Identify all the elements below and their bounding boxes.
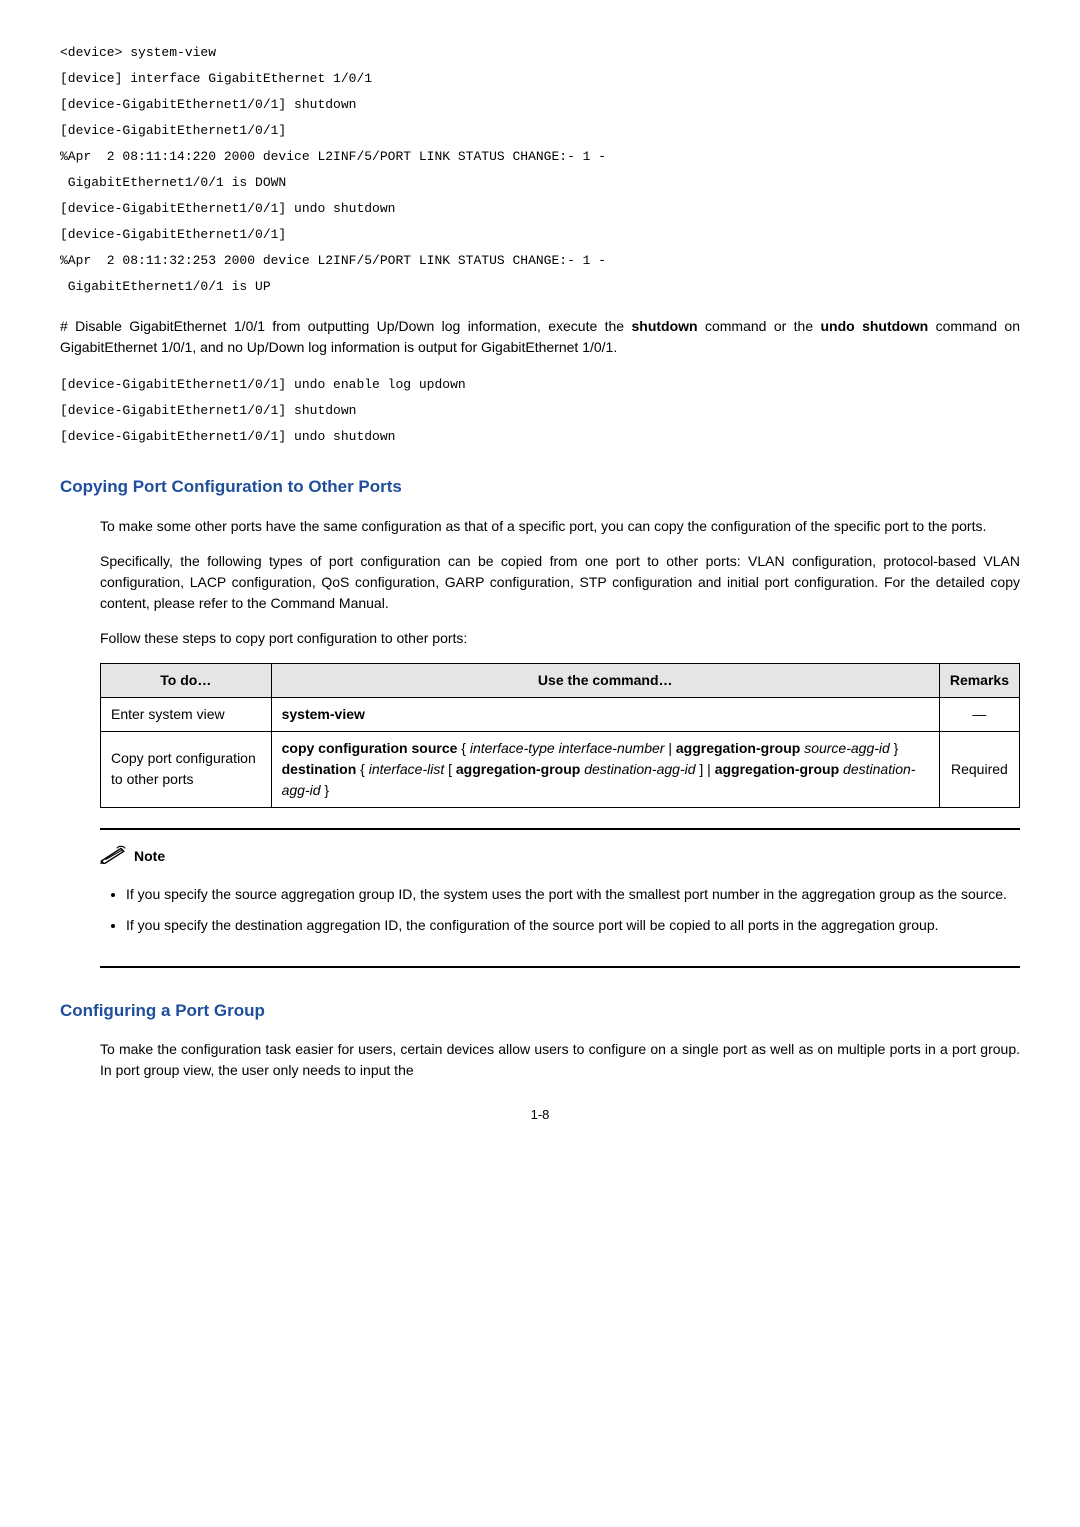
table-cell-todo: Copy port configuration to other ports (101, 731, 272, 807)
note-label: Note (134, 846, 165, 867)
note-bullet-1: If you specify the source aggregation gr… (126, 884, 1020, 905)
cmd-param: interface-type interface-number (470, 740, 665, 756)
cmd-keyword: aggregation-group (676, 740, 800, 756)
cmd-punct: { (457, 740, 469, 756)
cmd-punct: } (321, 782, 330, 798)
table-cell-remarks: — (939, 697, 1019, 731)
cmd-punct: | (664, 740, 675, 756)
paragraph-port-group: To make the configuration task easier fo… (100, 1039, 1020, 1081)
table-cell-todo: Enter system view (101, 697, 272, 731)
note-icon (100, 844, 128, 870)
cmd-keyword: aggregation-group (715, 761, 839, 777)
note-bullet-2: If you specify the destination aggregati… (126, 915, 1020, 936)
text-fragment: command or the (698, 318, 821, 334)
note-header: Note (100, 844, 1020, 870)
code-block-1: <device> system-view [device] interface … (60, 40, 1020, 300)
cmd-punct: { (356, 761, 368, 777)
paragraph-copy-intro: To make some other ports have the same c… (100, 516, 1020, 537)
cmd-param: source-agg-id (804, 740, 890, 756)
cmd-keyword: destination (282, 761, 357, 777)
paragraph-disable-info: # Disable GigabitEthernet 1/0/1 from out… (60, 316, 1020, 358)
table-header-todo: To do… (101, 663, 272, 697)
cmd-param: destination-agg-id (584, 761, 695, 777)
config-table: To do… Use the command… Remarks Enter sy… (100, 663, 1020, 808)
note-box: Note If you specify the source aggregati… (100, 828, 1020, 968)
cmd-punct: } (890, 740, 899, 756)
paragraph-copy-types: Specifically, the following types of por… (100, 551, 1020, 614)
heading-copying-port-config: Copying Port Configuration to Other Port… (60, 474, 1020, 500)
table-cell-command: copy configuration source { interface-ty… (271, 731, 939, 807)
page-number: 1-8 (60, 1105, 1020, 1125)
cmd-param: interface-list (369, 761, 444, 777)
paragraph-follow-steps: Follow these steps to copy port configur… (100, 628, 1020, 649)
keyword-undo-shutdown: undo shutdown (821, 318, 929, 334)
table-header-row: To do… Use the command… Remarks (101, 663, 1020, 697)
cmd-keyword: copy configuration source (282, 740, 458, 756)
keyword-shutdown: shutdown (631, 318, 697, 334)
table-header-command: Use the command… (271, 663, 939, 697)
heading-port-group: Configuring a Port Group (60, 998, 1020, 1024)
cmd-keyword: aggregation-group (456, 761, 580, 777)
note-list: If you specify the source aggregation gr… (100, 884, 1020, 936)
cmd-punct: ] | (696, 761, 715, 777)
table-header-remarks: Remarks (939, 663, 1019, 697)
table-row: Enter system view system-view — (101, 697, 1020, 731)
text-fragment: # Disable GigabitEthernet 1/0/1 from out… (60, 318, 631, 334)
cmd-punct: [ (444, 761, 456, 777)
table-row: Copy port configuration to other ports c… (101, 731, 1020, 807)
command-text: system-view (282, 706, 365, 722)
table-cell-command: system-view (271, 697, 939, 731)
code-block-2: [device-GigabitEthernet1/0/1] undo enabl… (60, 372, 1020, 450)
table-cell-remarks: Required (939, 731, 1019, 807)
